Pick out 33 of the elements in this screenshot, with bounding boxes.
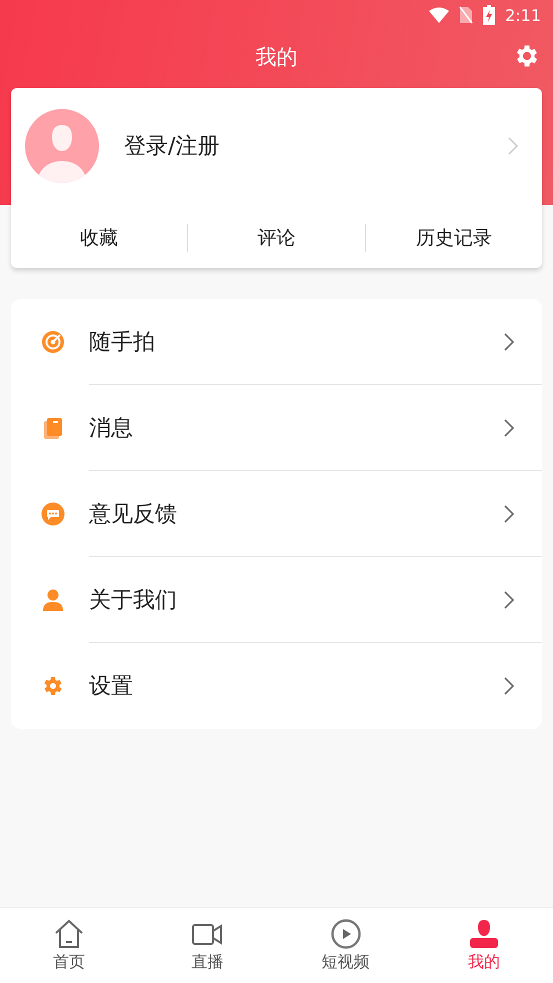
target-icon: [41, 330, 65, 354]
login-label: 登录/注册: [124, 133, 220, 161]
play-circle-icon: [330, 918, 362, 950]
shortcut-link[interactable]: 评论: [188, 225, 365, 251]
menu-item[interactable]: 设置: [11, 643, 542, 729]
chevron-right-icon: [504, 333, 514, 351]
page-title: 我的: [256, 44, 298, 71]
tab-item[interactable]: 首页: [0, 908, 138, 983]
menu-item[interactable]: 关于我们: [11, 557, 542, 643]
status-time: 2:11: [505, 6, 541, 24]
tab-item[interactable]: 短视频: [276, 908, 415, 983]
wifi-icon: [429, 7, 450, 23]
chevron-right-icon: [504, 419, 514, 437]
shortcut-link[interactable]: 收藏: [11, 225, 188, 251]
chevron-right-icon: [508, 137, 518, 155]
chevron-right-icon: [504, 505, 514, 523]
tab-item[interactable]: 直播: [138, 908, 276, 983]
menu-item[interactable]: 意见反馈: [11, 471, 542, 557]
person-icon: [468, 918, 500, 950]
menu-item[interactable]: 消息: [11, 385, 542, 471]
chat-bubble-icon: [41, 502, 65, 526]
tab-item[interactable]: 我的: [414, 908, 553, 983]
login-row[interactable]: 登录/注册: [11, 88, 542, 190]
home-icon: [53, 918, 86, 950]
shortcut-link[interactable]: 历史记录: [366, 225, 542, 251]
book-icon: [41, 416, 65, 440]
no-sim-icon: [459, 6, 474, 24]
chevron-right-icon: [504, 591, 514, 609]
battery-charging-icon: [483, 5, 496, 25]
person-icon: [41, 588, 65, 612]
menu-item[interactable]: 随手拍: [11, 299, 542, 385]
chevron-right-icon: [504, 677, 514, 695]
avatar-icon: [25, 109, 99, 183]
